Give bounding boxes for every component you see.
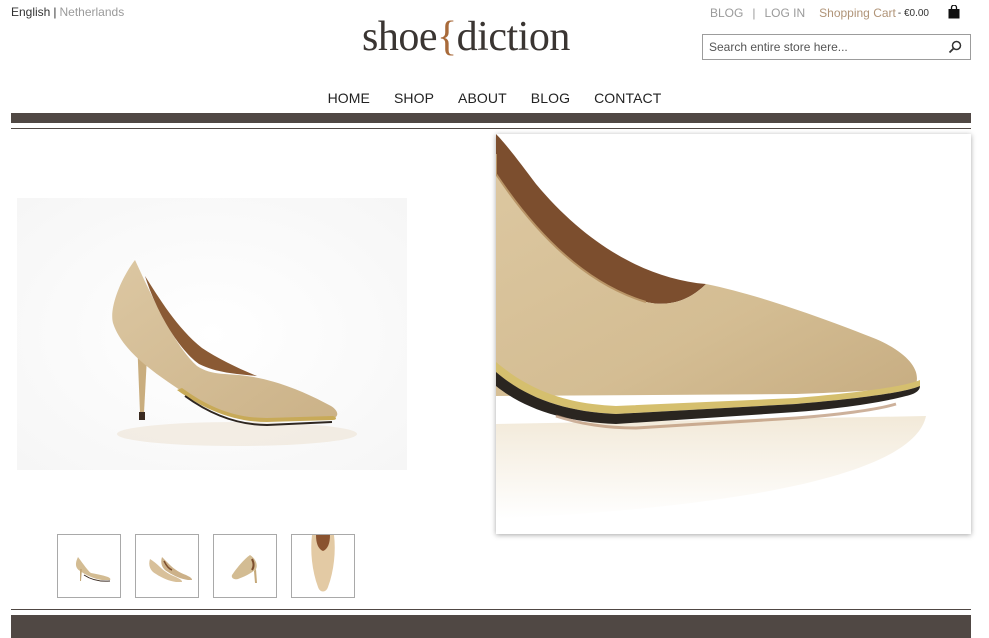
header-link-separator: | xyxy=(752,6,756,20)
nav-blog[interactable]: BLOG xyxy=(531,90,570,106)
nav-about[interactable]: ABOUT xyxy=(458,90,507,106)
main-navigation: HOME SHOP ABOUT BLOG CONTACT xyxy=(0,90,989,106)
language-separator: | xyxy=(53,5,57,19)
language-english[interactable]: English xyxy=(11,5,50,19)
footer-divider-line xyxy=(11,609,971,610)
nav-divider-bar xyxy=(11,113,971,123)
thumbnail-image-back xyxy=(231,555,257,583)
nav-divider-line xyxy=(11,128,971,129)
product-zoom-image xyxy=(496,134,971,534)
search-input[interactable] xyxy=(703,35,938,59)
product-thumbnail-front[interactable] xyxy=(291,534,355,598)
nav-contact[interactable]: CONTACT xyxy=(594,90,661,106)
header-links: BLOG | LOG IN Shopping Cart - €0.00 xyxy=(710,6,929,20)
nav-shop[interactable]: SHOP xyxy=(394,90,434,106)
search-button[interactable] xyxy=(940,35,970,59)
thumbnail-image-front xyxy=(311,535,335,592)
cart-total: - €0.00 xyxy=(898,8,929,19)
thumbnail-image-pair xyxy=(149,557,192,582)
search-box xyxy=(702,34,971,60)
product-thumbnail-pair[interactable] xyxy=(135,534,199,598)
nav-home[interactable]: HOME xyxy=(328,90,370,106)
shopping-cart-link[interactable]: Shopping Cart xyxy=(819,6,896,20)
footer-bar xyxy=(11,615,971,638)
shopping-bag-icon[interactable] xyxy=(948,5,960,19)
header-blog-link[interactable]: BLOG xyxy=(710,6,743,20)
logo-part-diction: diction xyxy=(456,14,571,60)
thumbnail-image-side xyxy=(75,557,111,582)
product-thumbnail-side[interactable] xyxy=(57,534,121,598)
language-netherlands[interactable]: Netherlands xyxy=(59,5,124,19)
site-logo[interactable]: shoe{diction xyxy=(362,16,570,58)
product-thumbnail-back[interactable] xyxy=(213,534,277,598)
search-icon xyxy=(948,40,962,54)
product-main-image[interactable] xyxy=(17,198,407,470)
product-zoom-view[interactable] xyxy=(496,134,971,534)
header-login-link[interactable]: LOG IN xyxy=(764,6,805,20)
logo-brace: { xyxy=(437,14,457,60)
cart-total-amount: €0.00 xyxy=(903,7,929,19)
language-switcher: English | Netherlands xyxy=(11,5,124,19)
logo-part-shoe: shoe xyxy=(362,14,438,60)
